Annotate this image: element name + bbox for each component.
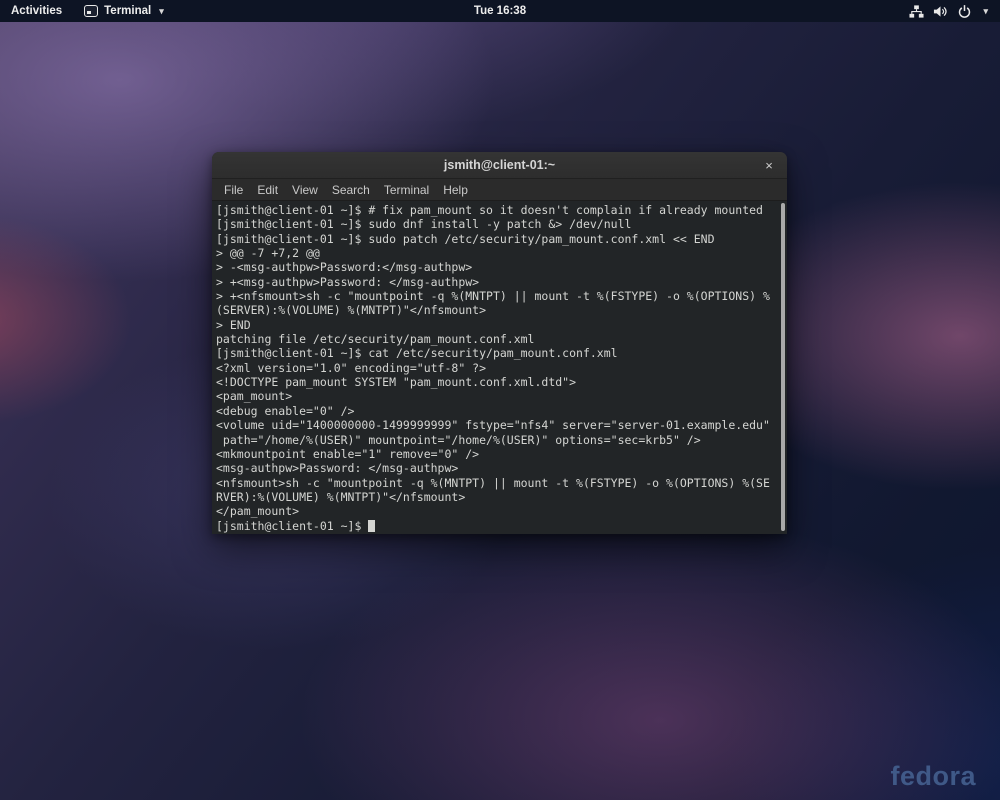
scrollbar[interactable] — [781, 203, 786, 531]
menu-item[interactable]: View — [285, 181, 325, 199]
app-menu-label: Terminal — [104, 5, 151, 17]
activities-button[interactable]: Activities — [0, 0, 73, 22]
terminal-screen[interactable]: [jsmith@client-01 ~]$ # fix pam_mount so… — [212, 201, 787, 533]
terminal-line: path="/home/%(USER)" mountpoint="/home/%… — [216, 433, 777, 447]
terminal-line: [jsmith@client-01 ~]$ cat /etc/security/… — [216, 346, 777, 360]
terminal-line: <volume uid="1400000000-1499999999" fsty… — [216, 418, 777, 432]
terminal-output: [jsmith@client-01 ~]$ # fix pam_mount so… — [216, 203, 777, 533]
terminal-line: <!DOCTYPE pam_mount SYSTEM "pam_mount.co… — [216, 375, 777, 389]
terminal-line: <debug enable="0" /> — [216, 404, 777, 418]
chevron-down-icon: ▾ — [159, 6, 164, 17]
clock-button[interactable]: Tue 16:38 — [463, 0, 537, 22]
menu-item[interactable]: Edit — [250, 181, 285, 199]
terminal-line: > +<nfsmount>sh -c "mountpoint -q %(MNTP… — [216, 289, 777, 303]
terminal-line: [jsmith@client-01 ~]$ sudo patch /etc/se… — [216, 232, 777, 246]
app-menu-terminal[interactable]: Terminal ▾ — [73, 0, 175, 22]
menu-item[interactable]: Terminal — [377, 181, 436, 199]
terminal-line: > -<msg-authpw>Password:</msg-authpw> — [216, 260, 777, 274]
activities-label: Activities — [11, 5, 62, 17]
clock-label: Tue 16:38 — [474, 5, 526, 17]
window-titlebar[interactable]: jsmith@client-01:~ × — [212, 152, 787, 179]
terminal-line: patching file /etc/security/pam_mount.co… — [216, 332, 777, 346]
terminal-line: <msg-authpw>Password: </msg-authpw> — [216, 461, 777, 475]
terminal-line: <pam_mount> — [216, 389, 777, 403]
terminal-line: <nfsmount>sh -c "mountpoint -q %(MNTPT) … — [216, 476, 777, 490]
terminal-line: <mkmountpoint enable="1" remove="0" /> — [216, 447, 777, 461]
terminal-window: jsmith@client-01:~ × FileEditViewSearchT… — [212, 152, 787, 534]
window-title: jsmith@client-01:~ — [444, 158, 555, 172]
menu-item[interactable]: File — [217, 181, 250, 199]
terminal-line: </pam_mount> — [216, 504, 777, 518]
menu-item[interactable]: Help — [436, 181, 475, 199]
close-button[interactable]: × — [760, 156, 778, 174]
top-bar: Activities Terminal ▾ Tue 16:38 ▾ — [0, 0, 1000, 22]
terminal-cursor — [368, 520, 375, 532]
terminal-line: <?xml version="1.0" encoding="utf-8" ?> — [216, 361, 777, 375]
power-icon — [957, 4, 972, 19]
menu-bar: FileEditViewSearchTerminalHelp — [212, 179, 787, 201]
terminal-line: (SERVER):%(VOLUME) %(MNTPT)"</nfsmount> — [216, 303, 777, 317]
scrollbar-handle[interactable] — [781, 203, 785, 531]
close-icon: × — [765, 158, 773, 173]
terminal-line: > END — [216, 318, 777, 332]
terminal-app-icon — [84, 5, 98, 17]
system-status-area[interactable]: ▾ — [897, 0, 1000, 22]
terminal-line: [jsmith@client-01 ~]$ # fix pam_mount so… — [216, 203, 777, 217]
menu-item[interactable]: Search — [325, 181, 377, 199]
volume-icon — [933, 4, 948, 19]
terminal-line: [jsmith@client-01 ~]$ — [216, 519, 777, 533]
terminal-line: > +<msg-authpw>Password: </msg-authpw> — [216, 275, 777, 289]
chevron-down-icon: ▾ — [983, 6, 988, 17]
terminal-line: > @@ -7 +7,2 @@ — [216, 246, 777, 260]
fedora-logo: fedora — [890, 761, 976, 792]
network-wired-icon — [909, 4, 924, 19]
terminal-line: [jsmith@client-01 ~]$ sudo dnf install -… — [216, 217, 777, 231]
terminal-line: RVER):%(VOLUME) %(MNTPT)"</nfsmount> — [216, 490, 777, 504]
